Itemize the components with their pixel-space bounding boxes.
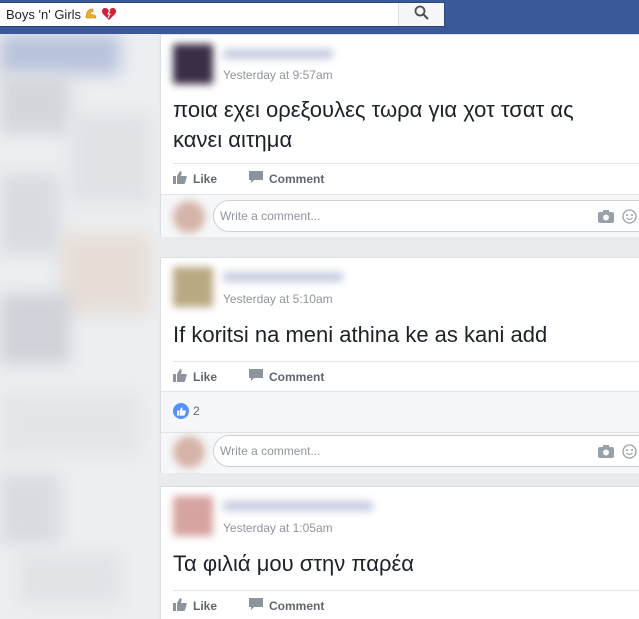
comment-bubble-icon (249, 597, 269, 614)
author-avatar[interactable] (173, 496, 213, 536)
camera-icon[interactable] (598, 209, 614, 229)
post-actions: Like Comment (173, 590, 639, 619)
comment-button[interactable]: Comment (249, 597, 325, 614)
flexed-biceps-icon (84, 7, 98, 24)
emoji-icon[interactable] (622, 444, 637, 464)
reaction-count: 2 (193, 404, 200, 418)
author-name-blurred[interactable] (223, 272, 343, 282)
post-timestamp[interactable]: Yesterday at 9:57am (223, 68, 333, 82)
post-text-line: ποια εχει ορεξουλες τωρα για χοτ τσατ ας (173, 97, 574, 122)
viewer-avatar (173, 436, 205, 468)
viewer-avatar (173, 201, 205, 233)
search-input-text: Boys 'n' Girls (6, 7, 82, 22)
author-avatar[interactable] (173, 267, 213, 307)
post-text-line: Τα φιλιά μου στην παρέα (173, 551, 415, 576)
blurred-sidebar (0, 34, 158, 619)
emoji-icon[interactable] (622, 209, 637, 229)
like-button[interactable]: Like (173, 597, 218, 614)
post-actions: Like Comment (173, 361, 639, 391)
thumbs-up-icon (173, 170, 193, 187)
like-label: Like (193, 598, 218, 613)
post-text-line: If koritsi na meni athina ke as kani add (173, 322, 548, 347)
comment-label: Comment (269, 171, 325, 186)
search-input[interactable]: Boys 'n' Girls (6, 7, 117, 24)
camera-icon[interactable] (598, 444, 614, 464)
top-navigation-bar: Boys 'n' Girls (0, 0, 639, 34)
post-text-line: κανει αιτημα (173, 127, 293, 152)
feed-post: Yesterday at 9:57am ποια εχει ορεξουλες … (160, 34, 639, 237)
like-reaction-icon (173, 403, 189, 419)
like-button[interactable]: Like (173, 368, 218, 385)
comment-area: 2 Write a comment... (161, 391, 639, 473)
comment-button[interactable]: Comment (249, 170, 325, 187)
comment-bubble-icon (249, 368, 269, 385)
comment-input[interactable]: Write a comment... (213, 435, 639, 467)
divider (161, 432, 639, 433)
author-avatar[interactable] (173, 44, 213, 84)
feed-post: Yesterday at 5:10am If koritsi na meni a… (160, 257, 639, 473)
like-button[interactable]: Like (173, 170, 218, 187)
comment-label: Comment (269, 369, 325, 384)
feed-post: Yesterday at 1:05am Τα φιλιά μου στην πα… (160, 486, 639, 619)
like-label: Like (193, 171, 218, 186)
author-name-blurred[interactable] (223, 501, 373, 511)
comment-area: Write a comment... (161, 194, 639, 237)
thumbs-up-icon (173, 597, 193, 614)
post-timestamp[interactable]: Yesterday at 5:10am (223, 292, 333, 306)
comment-label: Comment (269, 598, 325, 613)
reaction-summary[interactable]: 2 (173, 392, 200, 430)
comment-bubble-icon (249, 170, 269, 187)
search-icon (414, 5, 429, 25)
comment-placeholder: Write a comment... (220, 209, 321, 223)
search-box[interactable]: Boys 'n' Girls (0, 2, 445, 27)
author-name-blurred[interactable] (223, 49, 333, 59)
comment-button[interactable]: Comment (249, 368, 325, 385)
like-label: Like (193, 369, 218, 384)
post-actions: Like Comment (173, 163, 639, 193)
search-button[interactable] (398, 3, 444, 26)
thumbs-up-icon (173, 368, 193, 385)
comment-placeholder: Write a comment... (220, 444, 321, 458)
comment-input[interactable]: Write a comment... (213, 200, 639, 232)
post-timestamp[interactable]: Yesterday at 1:05am (223, 521, 333, 535)
heart-icon (101, 7, 117, 24)
